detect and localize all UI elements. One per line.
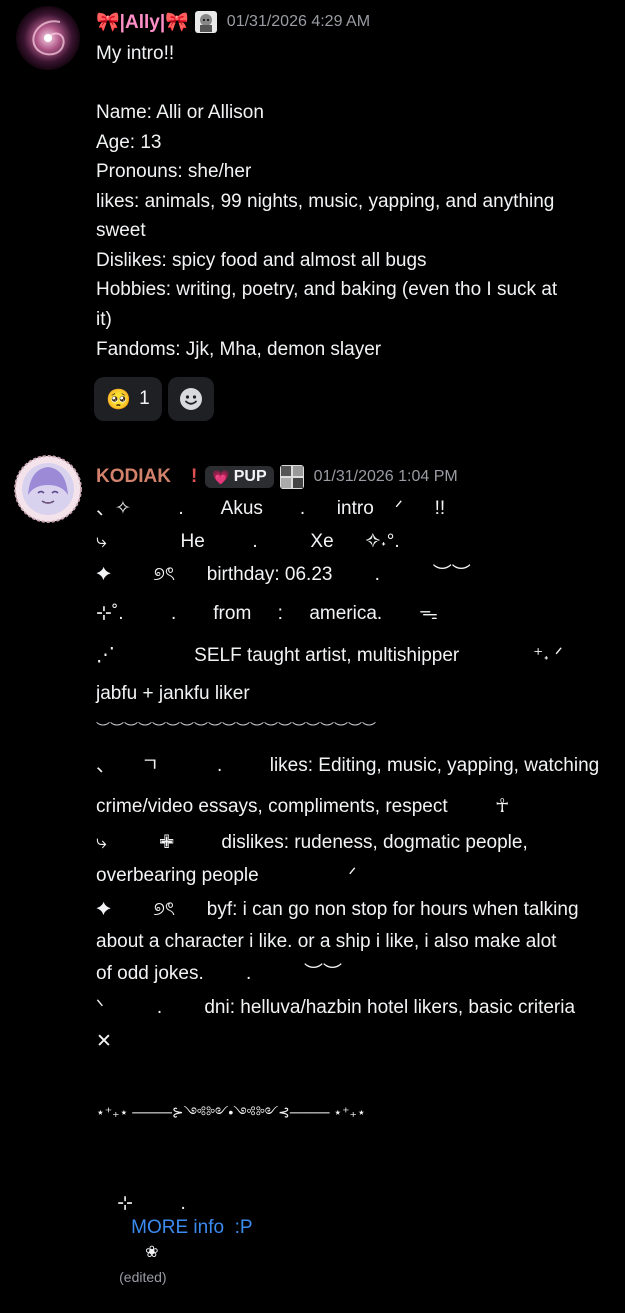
smiley-add-reaction-icon	[180, 388, 202, 410]
avatar-kodiak[interactable]	[14, 455, 82, 523]
anime-portrait-icon	[194, 11, 217, 33]
message-line: sweet	[96, 220, 146, 241]
avatar-ally[interactable]	[16, 6, 80, 70]
message-line: overbearing people ᐟ	[96, 865, 357, 886]
message-line: ⤷ ✙ dislikes: rudeness, dogmatic people,	[96, 832, 528, 853]
message-line: it)	[96, 309, 112, 330]
server-tag[interactable]: 💗 PUP	[205, 466, 274, 488]
pleading-face-icon: 🥺	[106, 388, 132, 411]
footer-prefix: ⊹ .	[117, 1193, 186, 1214]
message-line: Name: Alli or Allison	[96, 102, 264, 123]
username-suffix: !	[190, 466, 198, 487]
message-line: Fandoms: Jjk, Mha, demon slayer	[96, 339, 382, 360]
message-line: My intro!!	[96, 43, 175, 64]
reaction-pleading[interactable]: 🥺 1	[94, 377, 162, 421]
message-line: jabfu + jankfu liker	[96, 683, 250, 704]
message-line: 、 ㄱ . likes: Editing, music, yapping, wa…	[96, 755, 600, 776]
message-line: crime/video essays, compliments, respect…	[96, 796, 510, 817]
message-ornament-line: ⋆⁺₊⋆ ────⊱༺༻•༺༻⊰──── ⋆⁺₊⋆	[96, 1104, 366, 1120]
message-line: ⤷ He . Xe ✧˖°.	[96, 531, 400, 552]
edited-label: (edited)	[119, 1269, 167, 1285]
message-footer-line: ⊹ . MORE info :P ❀ (edited)	[96, 1168, 605, 1313]
message-line: Age: 13	[96, 132, 162, 153]
header-kodiak: KODIAK ! 💗 PUP 01/31/2026 1:04 PM	[96, 462, 458, 492]
timestamp-ally: 01/31/2026 4:29 AM	[226, 13, 371, 30]
message-line: Pronouns: she/her	[96, 161, 252, 182]
message-line: ✦ ୭ৎ byf: i can go non stop for hours wh…	[96, 899, 579, 920]
add-reaction-button[interactable]	[168, 377, 214, 421]
pink-heart-icon: 💗	[212, 468, 230, 485]
reaction-count: 1	[139, 388, 150, 409]
message-line: ᐠ . dni: helluva/hazbin hotel likers, ba…	[96, 997, 576, 1018]
server-tag-label: PUP	[233, 468, 267, 485]
username-ally[interactable]: 🎀|Ally|🎀	[96, 10, 189, 34]
timestamp-kodiak: 01/31/2026 1:04 PM	[313, 468, 458, 485]
message-line: ⊹˚. . from : america. ᯓ	[96, 603, 438, 624]
message-line: likes: animals, 99 nights, music, yappin…	[96, 191, 555, 212]
header-ally: 🎀|Ally|🎀 01/31/2026 4:29 AM	[96, 7, 370, 37]
message-line: Hobbies: writing, poetry, and baking (ev…	[96, 279, 558, 300]
message-line: about a character i like. or a ship i li…	[96, 931, 557, 952]
message-line: ✕	[96, 1031, 112, 1052]
message-divider-line: ︶︶︶︶︶︶︶︶︶︶︶︶︶︶︶︶︶︶︶︶	[96, 721, 376, 737]
username-kodiak[interactable]: KODIAK	[96, 466, 171, 488]
message-line: Dislikes: spicy food and almost all bugs	[96, 250, 427, 271]
message-line: ⋰ SELF taught artist, multishipper ⁺˖ ᐟ …	[96, 645, 625, 666]
more-info-link[interactable]: MORE info :P	[131, 1217, 252, 1238]
message-line: 、✧ . Akus . intro ᐟ !!	[96, 498, 446, 519]
anime-collage-icon	[279, 465, 304, 489]
message-line: of odd jokes. . ︶︶	[96, 963, 343, 984]
message-line: ✦ ୭ৎ birthday: 06.23 . ︶︶	[96, 564, 471, 585]
flower-icon: ❀	[145, 1244, 159, 1261]
